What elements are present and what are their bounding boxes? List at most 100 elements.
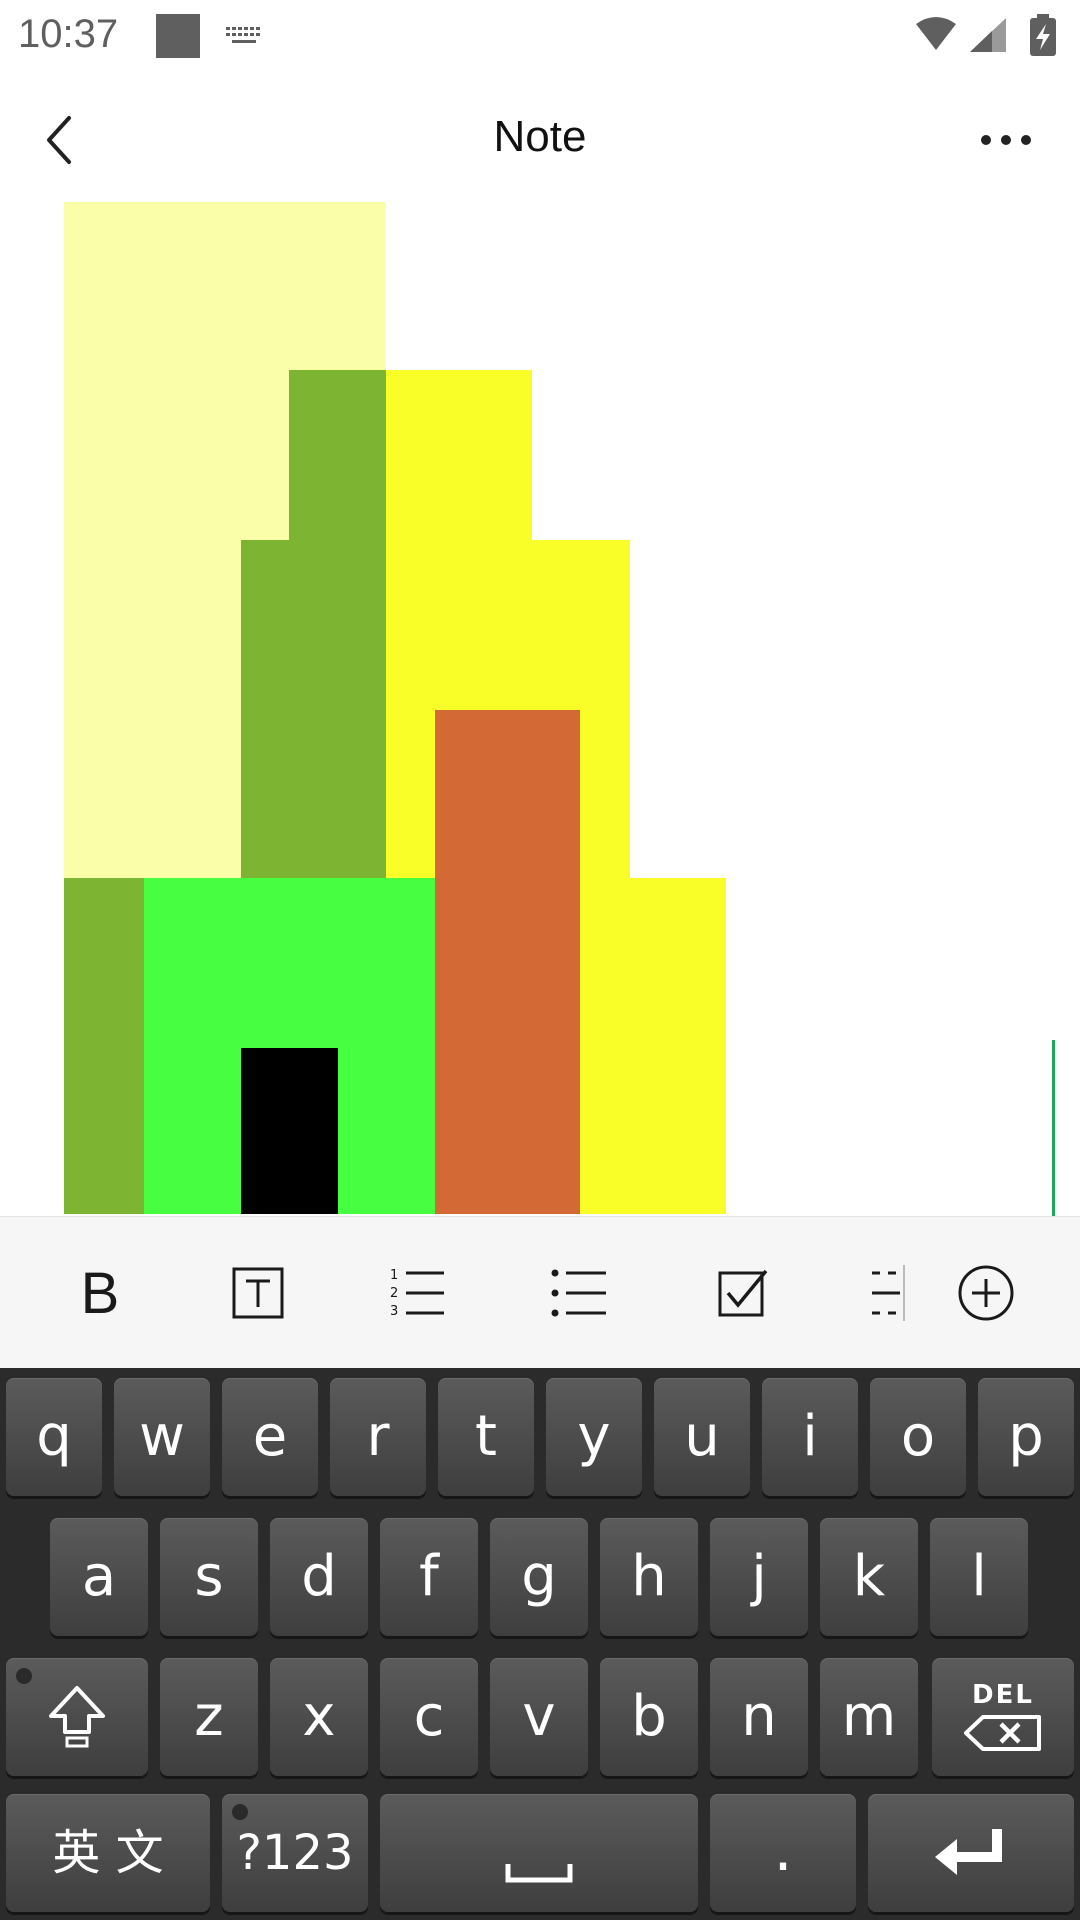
note-content[interactable] <box>0 202 1080 1216</box>
divider-icon <box>872 1265 905 1321</box>
space-key[interactable] <box>380 1794 698 1912</box>
key-label: x <box>302 1684 336 1749</box>
key-z[interactable]: z <box>160 1658 258 1776</box>
key-label: k <box>852 1544 886 1609</box>
bold-label: B <box>80 1260 120 1326</box>
key-v[interactable]: v <box>490 1658 588 1776</box>
key-label: b <box>631 1684 667 1749</box>
key-s[interactable]: s <box>160 1518 258 1636</box>
keyboard: DEL 英 文 ?123 · q w e r t y u i o p a s d f g h j k l z x c v b n… <box>0 1368 1080 1920</box>
key-j[interactable]: j <box>710 1518 808 1636</box>
key-label: e <box>252 1404 288 1469</box>
period-key[interactable]: · <box>710 1794 856 1912</box>
checkbox-icon <box>718 1269 768 1317</box>
key-label: z <box>194 1684 224 1749</box>
key-label: u <box>684 1404 720 1469</box>
key-e[interactable]: e <box>222 1378 318 1496</box>
key-label: s <box>194 1544 224 1609</box>
period-label: · <box>773 1832 793 1902</box>
key-label: p <box>1008 1404 1044 1469</box>
key-label: c <box>413 1684 445 1749</box>
divider-button[interactable] <box>860 1249 916 1337</box>
key-label: w <box>139 1404 185 1469</box>
key-label: n <box>741 1684 777 1749</box>
svg-text:1: 1 <box>390 1268 398 1283</box>
text-cursor <box>1052 1040 1055 1216</box>
status-time: 10:37 <box>18 12 119 56</box>
key-r[interactable]: r <box>330 1378 426 1496</box>
drawing-orange-block <box>435 710 580 1214</box>
key-k[interactable]: k <box>820 1518 918 1636</box>
title-bar: Note <box>0 72 1080 202</box>
key-label: m <box>841 1684 897 1749</box>
key-label: q <box>36 1404 72 1469</box>
key-x[interactable]: x <box>270 1658 368 1776</box>
shift-key[interactable] <box>6 1658 148 1776</box>
key-h[interactable]: h <box>600 1518 698 1636</box>
key-label: y <box>577 1404 611 1469</box>
delete-label: DEL <box>972 1680 1034 1710</box>
enter-icon <box>935 1829 1002 1875</box>
key-d[interactable]: d <box>270 1518 368 1636</box>
drawing-olive-block-top <box>289 370 386 878</box>
key-y[interactable]: y <box>546 1378 642 1496</box>
more-options-button[interactable] <box>956 100 1056 180</box>
language-switch-key[interactable]: 英 文 <box>6 1794 210 1912</box>
key-o[interactable]: o <box>870 1378 966 1496</box>
notification-square-icon <box>156 14 200 58</box>
numbered-list-icon: 1 2 3 <box>390 1268 444 1319</box>
key-label: j <box>751 1544 767 1609</box>
svg-text:3: 3 <box>390 1304 398 1319</box>
key-t[interactable]: t <box>438 1378 534 1496</box>
key-l[interactable]: l <box>930 1518 1028 1636</box>
checkbox-button[interactable] <box>698 1249 786 1337</box>
key-label: v <box>522 1684 556 1749</box>
key-label: h <box>631 1544 667 1609</box>
drawing-olive-block-left <box>64 878 144 1214</box>
key-a[interactable]: a <box>50 1518 148 1636</box>
key-w[interactable]: w <box>114 1378 210 1496</box>
backspace-icon <box>964 1715 1041 1751</box>
drawing-black-block <box>241 1048 338 1214</box>
add-circle-icon <box>958 1265 1014 1321</box>
key-label: f <box>419 1544 439 1609</box>
battery-charging-icon <box>1030 14 1056 56</box>
text-style-button[interactable] <box>214 1249 302 1337</box>
key-g[interactable]: g <box>490 1518 588 1636</box>
key-label: i <box>802 1404 818 1469</box>
status-bar: 10:37 <box>0 0 1080 72</box>
key-i[interactable]: i <box>762 1378 858 1496</box>
text-style-icon <box>232 1267 284 1319</box>
key-label: l <box>971 1544 987 1609</box>
drawing-yellow-block-low <box>630 878 726 1214</box>
add-button[interactable] <box>942 1249 1030 1337</box>
enter-key[interactable] <box>868 1794 1074 1912</box>
note-drawing-image[interactable] <box>64 202 726 1214</box>
status-right-icons <box>916 14 1056 56</box>
key-f[interactable]: f <box>380 1518 478 1636</box>
key-label: r <box>366 1404 390 1469</box>
key-m[interactable]: m <box>820 1658 918 1776</box>
key-q[interactable]: q <box>6 1378 102 1496</box>
key-n[interactable]: n <box>710 1658 808 1776</box>
key-label: g <box>521 1544 557 1609</box>
key-b[interactable]: b <box>600 1658 698 1776</box>
key-label: d <box>301 1544 337 1609</box>
format-toolbar: B 1 2 3 <box>0 1216 1080 1368</box>
cell-signal-icon <box>970 18 1006 52</box>
more-horizontal-icon <box>981 135 1031 145</box>
page-title: Note <box>493 112 587 161</box>
symbols-key[interactable]: ?123 <box>222 1794 368 1912</box>
key-c[interactable]: c <box>380 1658 478 1776</box>
svg-text:2: 2 <box>390 1286 398 1301</box>
language-label: 英 文 <box>52 1825 164 1881</box>
key-u[interactable]: u <box>654 1378 750 1496</box>
delete-key[interactable]: DEL <box>932 1658 1074 1776</box>
drawing-olive-block-mid <box>241 540 289 878</box>
bullet-list-button[interactable] <box>536 1249 624 1337</box>
wifi-icon <box>916 17 956 50</box>
bold-button[interactable]: B <box>56 1249 144 1337</box>
numbered-list-button[interactable]: 1 2 3 <box>374 1249 462 1337</box>
keyboard-icon <box>226 27 260 43</box>
key-p[interactable]: p <box>978 1378 1074 1496</box>
